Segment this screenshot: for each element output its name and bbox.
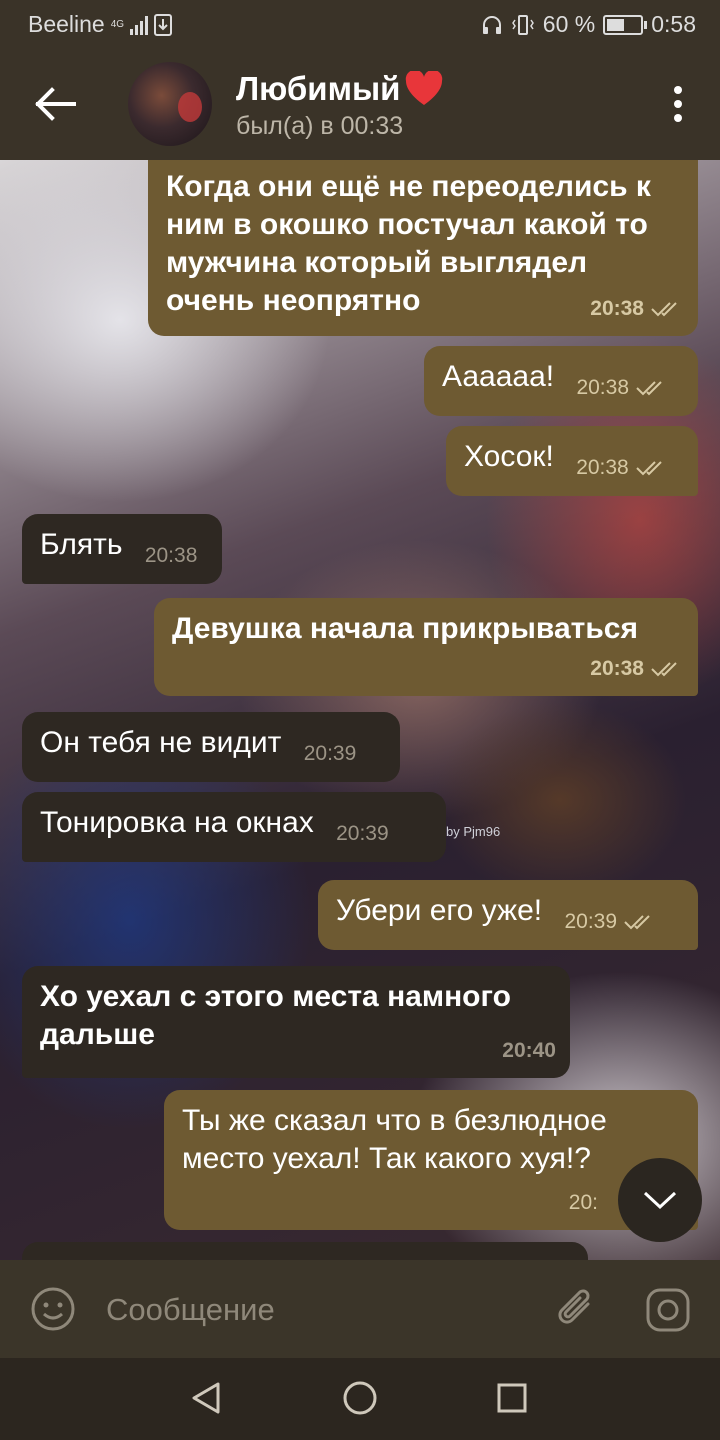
- message-outgoing[interactable]: Ты же сказал что в безлюдное место уехал…: [164, 1090, 698, 1230]
- watermark: by Pjm96: [446, 824, 501, 839]
- message-meta: 20:38: [145, 537, 198, 575]
- signal-icon: [130, 15, 149, 35]
- message-text: Он тебя не видит: [40, 726, 282, 759]
- message-time: 20:39: [303, 742, 357, 765]
- message-time: 20:38: [590, 657, 644, 680]
- message-text: Хо уехал с этого места намного дальше: [40, 980, 511, 1051]
- double-check-icon: [624, 915, 650, 930]
- message-meta: 20:38: [576, 449, 669, 487]
- message-incoming[interactable]: Хо уехал с этого места намного дальше 20…: [22, 966, 570, 1078]
- double-check-icon: [651, 662, 677, 677]
- message-outgoing[interactable]: Когда они ещё не переоделись к ним в око…: [148, 160, 698, 336]
- network-type: 4G: [110, 18, 125, 30]
- message-meta: 20:38: [576, 369, 669, 407]
- message-time: 20:38: [576, 456, 629, 479]
- nav-recents-icon[interactable]: [496, 1382, 528, 1414]
- message-time: 20:38: [576, 376, 630, 399]
- message-incoming[interactable]: [22, 1242, 588, 1260]
- message-text: Девушка начала прикрываться: [172, 612, 638, 645]
- message-meta: 20:38: [590, 650, 684, 688]
- emoji-icon[interactable]: [30, 1286, 76, 1332]
- message-meta: 20:39: [564, 903, 657, 941]
- last-seen-status: был(а) в 00:33: [236, 112, 404, 140]
- message-meta: 20:38: [590, 290, 684, 328]
- message-text: Блять: [40, 528, 123, 561]
- message-text: Тонировка на окнах: [40, 806, 314, 839]
- headphones-icon: [482, 15, 501, 34]
- message-meta: 20:39: [336, 815, 389, 853]
- message-incoming[interactable]: Тонировка на окнах 20:39: [22, 792, 446, 862]
- message-time: 20:40: [502, 1039, 556, 1062]
- message-outgoing[interactable]: Девушка начала прикрываться 20:38: [154, 598, 698, 696]
- scroll-to-bottom-button[interactable]: [618, 1158, 702, 1242]
- message-text: Убери его уже!: [336, 894, 543, 927]
- message-outgoing[interactable]: Хосок! 20:38: [446, 426, 698, 496]
- message-time: 20:38: [144, 544, 198, 567]
- paperclip-icon[interactable]: [554, 1284, 600, 1334]
- message-input[interactable]: [104, 1284, 528, 1336]
- battery-icon: [603, 14, 648, 35]
- vibrate-icon: [511, 14, 534, 35]
- message-incoming[interactable]: Он тебя не видит 20:39: [22, 712, 400, 782]
- chevron-down-icon: [643, 1191, 677, 1210]
- sim-icon: [154, 13, 173, 36]
- message-time: 20:38: [590, 297, 644, 320]
- battery-percent: 60 %: [542, 11, 596, 37]
- message-text: Хосок!: [464, 440, 554, 473]
- message-text: Аааааа!: [442, 360, 555, 393]
- clock: 0:58: [651, 11, 696, 37]
- chat-area[interactable]: by Pjm96 Когда они ещё не переоделись к …: [0, 160, 720, 1260]
- message-meta: 20:40: [502, 1032, 556, 1070]
- chat-header: Любимый был(а) в 00:33: [0, 48, 720, 160]
- nav-back-icon[interactable]: [188, 1380, 224, 1416]
- message-outgoing[interactable]: Аааааа! 20:38: [424, 346, 698, 416]
- double-check-icon: [636, 461, 662, 476]
- arrow-left-icon[interactable]: [30, 84, 80, 124]
- double-check-icon: [651, 302, 677, 317]
- message-composer: [0, 1260, 720, 1358]
- message-meta: 20:39: [304, 735, 357, 773]
- message-text: Ты же сказал что в безлюдное место уехал…: [182, 1104, 607, 1175]
- system-nav-bar: [0, 1358, 720, 1440]
- contact-name-text: Любимый: [236, 70, 401, 107]
- message-time: 20:39: [336, 822, 389, 845]
- double-check-icon: [636, 381, 662, 396]
- red-heart-icon: [406, 71, 443, 105]
- message-time: 20:: [568, 1191, 598, 1214]
- message-time: 20:39: [564, 910, 618, 933]
- contact-name[interactable]: Любимый: [236, 70, 444, 108]
- message-meta: 20:: [569, 1184, 598, 1222]
- message-incoming[interactable]: Блять 20:38: [22, 514, 222, 584]
- camera-icon[interactable]: [644, 1286, 692, 1334]
- carrier-label: Beeline: [28, 11, 105, 37]
- avatar[interactable]: [128, 62, 212, 146]
- message-outgoing[interactable]: Убери его уже! 20:39: [318, 880, 698, 950]
- more-vertical-icon[interactable]: [672, 86, 684, 126]
- nav-home-icon[interactable]: [342, 1380, 378, 1416]
- status-bar: Beeline 4G 60 % 0:58: [0, 0, 720, 48]
